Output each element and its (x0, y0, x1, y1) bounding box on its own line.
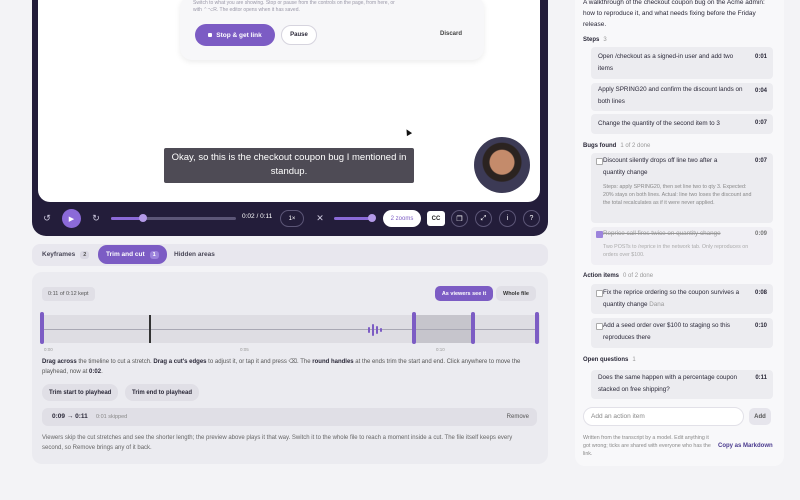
waveform-bar (376, 326, 378, 334)
add-button[interactable]: Add (749, 408, 771, 425)
bug-checkbox-checked[interactable] (596, 231, 603, 238)
action-checkbox[interactable] (596, 323, 603, 330)
bugs-heading: Bugs found 1 of 2 done (583, 143, 651, 149)
fullscreen-icon[interactable]: ⤢ (475, 210, 492, 227)
play-button[interactable]: ▶ (62, 209, 81, 228)
bug-checkbox[interactable] (596, 158, 603, 165)
recorder-hint: Switch to what you are showing. Stop or … (193, 0, 395, 13)
action-item[interactable]: Add a seed order over $100 to staging so… (591, 318, 773, 348)
timeline-tick: 0:00 (44, 347, 53, 352)
rewind-icon[interactable]: ↺ (40, 211, 54, 225)
tab-hidden-areas[interactable]: Hidden areas (166, 245, 223, 264)
bug-detail: Two POSTs to /reprice in the network tab… (603, 244, 749, 258)
camera-bubble[interactable] (472, 135, 532, 195)
waveform-bar (372, 324, 374, 336)
question-item[interactable]: Does the same happen with a percentage c… (591, 370, 773, 399)
timeline-tick: 0:05 (240, 347, 249, 352)
tab-keyframes[interactable]: Keyframes 2 (34, 245, 97, 264)
trim-end-to-playhead-button[interactable]: Trim end to playhead (125, 384, 200, 401)
step-timestamp[interactable]: 0:07 (755, 120, 767, 126)
waveform-bar (380, 328, 382, 332)
info-icon[interactable]: i (499, 210, 516, 227)
tab-trim-and-cut[interactable]: Trim and cut 1 (98, 245, 167, 264)
view-whole-file-toggle[interactable]: Whole file (496, 286, 536, 301)
timeline-tick: 0:10 (436, 347, 445, 352)
cut-end-edge[interactable] (471, 312, 475, 344)
stop-label: Stop & get link (216, 31, 262, 39)
question-timestamp[interactable]: 0:11 (755, 375, 767, 381)
mute-icon[interactable]: ✕ (313, 211, 327, 225)
action-item[interactable]: Fix the reprice ordering so the coupon s… (591, 284, 773, 314)
copy-as-markdown-button[interactable]: Copy as Markdown (718, 443, 773, 449)
view-as-viewers-toggle[interactable]: As viewers see it (435, 286, 493, 301)
trim-instructions: Drag across the timeline to cut a stretc… (42, 359, 521, 375)
speed-button[interactable]: 1× (280, 210, 304, 227)
bug-timestamp[interactable]: 0:09 (755, 231, 767, 237)
open-questions-heading: Open questions 1 (583, 357, 636, 363)
tab-count: 2 (80, 250, 90, 259)
pause-button[interactable]: Pause (281, 25, 317, 45)
play-icon: ▶ (68, 215, 75, 223)
forward-icon[interactable]: ↻ (89, 211, 103, 225)
steps-heading: Steps 3 (583, 37, 607, 43)
waveform-bar (368, 327, 370, 333)
cut-skipped: 0:01 skipped (96, 414, 128, 420)
cut-range-row[interactable]: 0:09 → 0:11 0:01 skipped Remove (42, 408, 537, 426)
captions-button[interactable]: CC (427, 211, 445, 226)
tab-label: Keyframes (42, 251, 76, 258)
stop-and-get-link-button[interactable]: Stop & get link (195, 24, 275, 46)
summary-footnote: Written from the transcript by a model. … (583, 435, 711, 457)
action-checkbox[interactable] (596, 290, 603, 297)
trim-timeline[interactable]: 0:00 0:05 0:10 (40, 312, 540, 352)
tab-label: Trim and cut (106, 251, 145, 258)
trim-footnote: Viewers skip the cut stretches and see t… (42, 435, 513, 451)
help-icon[interactable]: ? (523, 210, 540, 227)
time-readout: 0:02 / 0:11 (242, 213, 273, 220)
step-timestamp[interactable]: 0:01 (755, 54, 767, 60)
seek-knob[interactable] (139, 214, 147, 222)
bug-timestamp[interactable]: 0:07 (755, 158, 767, 164)
seek-bar[interactable] (111, 217, 236, 220)
bug-item[interactable]: Reprice call fires twice on quantity cha… (591, 227, 773, 265)
tab-label: Hidden areas (174, 251, 215, 258)
step-item[interactable]: Change the quantity of the second item t… (591, 114, 773, 134)
zooms-button[interactable]: 2 zooms (383, 210, 421, 227)
volume-knob[interactable] (368, 214, 376, 222)
remove-cut-button[interactable]: Remove (507, 414, 529, 420)
cut-start-edge[interactable] (412, 312, 416, 344)
audio-baseline (44, 329, 536, 330)
discard-button[interactable]: Discard (440, 31, 462, 37)
trim-end-handle[interactable] (535, 312, 539, 344)
cut-range: 0:09 → 0:11 (52, 413, 88, 420)
seek-progress (111, 217, 143, 220)
copy-icon[interactable]: ❐ (451, 210, 468, 227)
kept-duration-badge: 0:11 of 0:12 kept (42, 287, 95, 301)
action-owner: Dana (649, 301, 665, 308)
action-timestamp[interactable]: 0:08 (755, 290, 767, 296)
bug-item[interactable]: Discount silently drops off line two aft… (591, 153, 773, 223)
step-item[interactable]: Open /checkout as a signed-in user and a… (591, 47, 773, 79)
add-action-item-input[interactable]: Add an action item (583, 407, 744, 426)
timeline-playhead[interactable] (149, 315, 151, 343)
bug-detail: Steps: apply SPRING20, then set line two… (603, 184, 752, 206)
webcam-avatar (474, 137, 530, 193)
action-items-heading: Action items 0 of 2 done (583, 273, 654, 279)
summary-intro: A walkthrough of the checkout coupon bug… (583, 0, 765, 28)
caption-overlay: Okay, so this is the checkout coupon bug… (164, 148, 414, 183)
tab-count: 1 (149, 250, 159, 259)
trim-start-handle[interactable] (40, 312, 44, 344)
action-timestamp[interactable]: 0:10 (755, 323, 767, 329)
trim-start-to-playhead-button[interactable]: Trim start to playhead (42, 384, 119, 401)
step-timestamp[interactable]: 0:04 (755, 88, 767, 94)
stop-icon (208, 33, 213, 37)
step-item[interactable]: Apply SPRING20 and confirm the discount … (591, 83, 773, 111)
